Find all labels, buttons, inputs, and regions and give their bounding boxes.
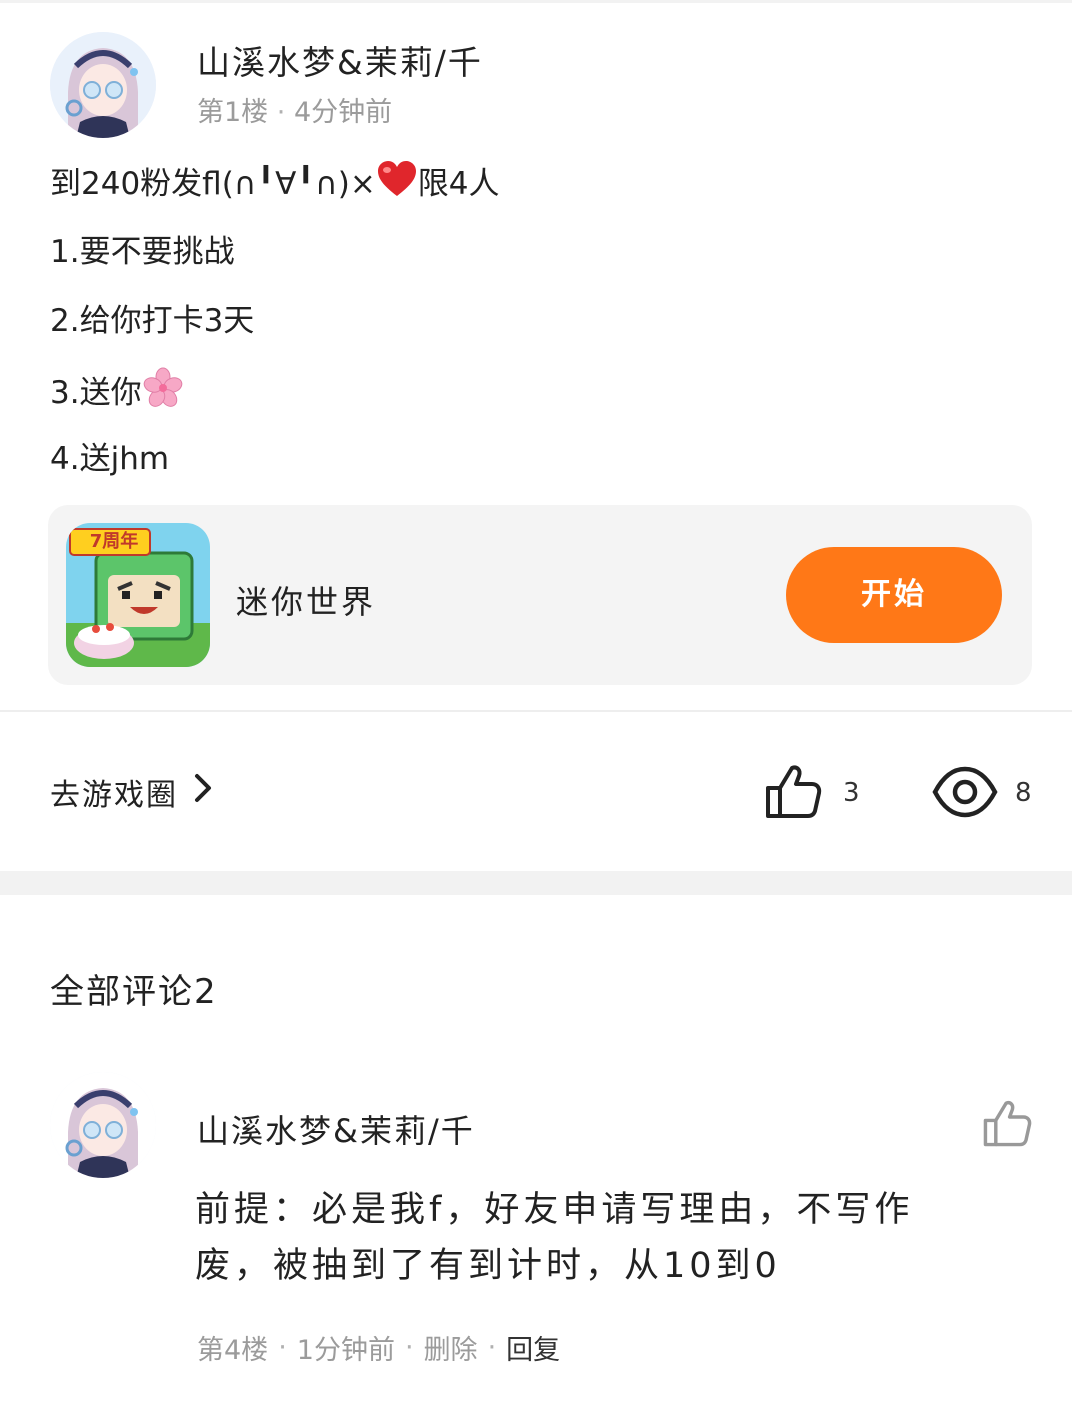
comments-title: 全部评论2 <box>50 972 218 1012</box>
goto-game-circle-label: 去游戏圈 <box>50 778 178 813</box>
commenter-avatar[interactable] <box>50 1072 156 1178</box>
post-line-2: 1.要不要挑战 <box>50 234 235 270</box>
game-name: 迷你世界 <box>236 583 377 621</box>
post-meta: 第1楼 · 4分钟前 <box>197 90 392 129</box>
eye-icon <box>932 765 998 823</box>
post-line-4-text: 3.送你 <box>50 375 142 411</box>
like-count: 3 <box>843 778 860 808</box>
comment-text: 前提：必是我f，好友申请写理由，不写作废，被抽到了有到计时，从10到0 <box>195 1190 914 1286</box>
section-gap <box>0 871 1072 895</box>
comment-meta: 第4楼 · 1分钟前 · 删除 · 回复 <box>197 1328 560 1367</box>
meta-separator: · <box>278 1332 287 1363</box>
comment-time: 1分钟前 <box>296 1335 395 1366</box>
chevron-right-icon <box>192 773 214 811</box>
comment-thumbs-up-icon[interactable] <box>982 1098 1032 1152</box>
post-line-3: 2.给你打卡3天 <box>50 303 255 339</box>
view-count: 8 <box>1015 778 1032 808</box>
comment-author-name[interactable]: 山溪水梦&茉莉/千 <box>197 1106 475 1152</box>
thumbs-up-icon[interactable] <box>764 762 822 824</box>
post-floor: 第1楼 <box>197 97 269 128</box>
anniversary-badge: 7周年 <box>89 531 139 552</box>
post-line-1-x: × <box>349 166 376 202</box>
heart-icon <box>376 160 418 211</box>
divider <box>0 710 1072 712</box>
post-time: 4分钟前 <box>293 97 393 128</box>
goto-game-circle-link[interactable]: 去游戏圈 <box>50 770 214 814</box>
cherry-blossom-icon <box>142 367 184 422</box>
post-author-name[interactable]: 山溪水梦&茉莉/千 <box>197 36 483 84</box>
post-line-1-suffix: 限4人 <box>417 166 500 202</box>
meta-separator: · <box>487 1332 497 1363</box>
game-icon: 7周年 <box>66 523 210 667</box>
author-avatar[interactable] <box>50 32 156 138</box>
game-card[interactable]: 7周年 迷你世界 开始 <box>48 505 1032 685</box>
post-line-5: 4.送jhm <box>50 441 170 477</box>
post-line-1: 到240粉发fl(∩╹∀╹∩)× 限4人 <box>50 160 1010 229</box>
meta-separator: · <box>276 97 294 128</box>
post-body: 到240粉发fl(∩╹∀╹∩)× 限4人 1.要不要挑战 2.给你打卡3天 3.送… <box>50 160 1010 505</box>
meta-separator: · <box>404 1332 414 1363</box>
post-line-4: 3.送你 <box>50 367 1010 436</box>
comment-floor: 第4楼 <box>197 1335 269 1366</box>
reply-button[interactable]: 回复 <box>506 1328 560 1367</box>
top-divider <box>0 0 1072 3</box>
delete-button[interactable]: 删除 <box>424 1328 478 1367</box>
post-line-1-prefix: 到240粉发fl(∩╹∀╹∩) <box>50 166 350 202</box>
start-button[interactable]: 开始 <box>786 547 1002 643</box>
